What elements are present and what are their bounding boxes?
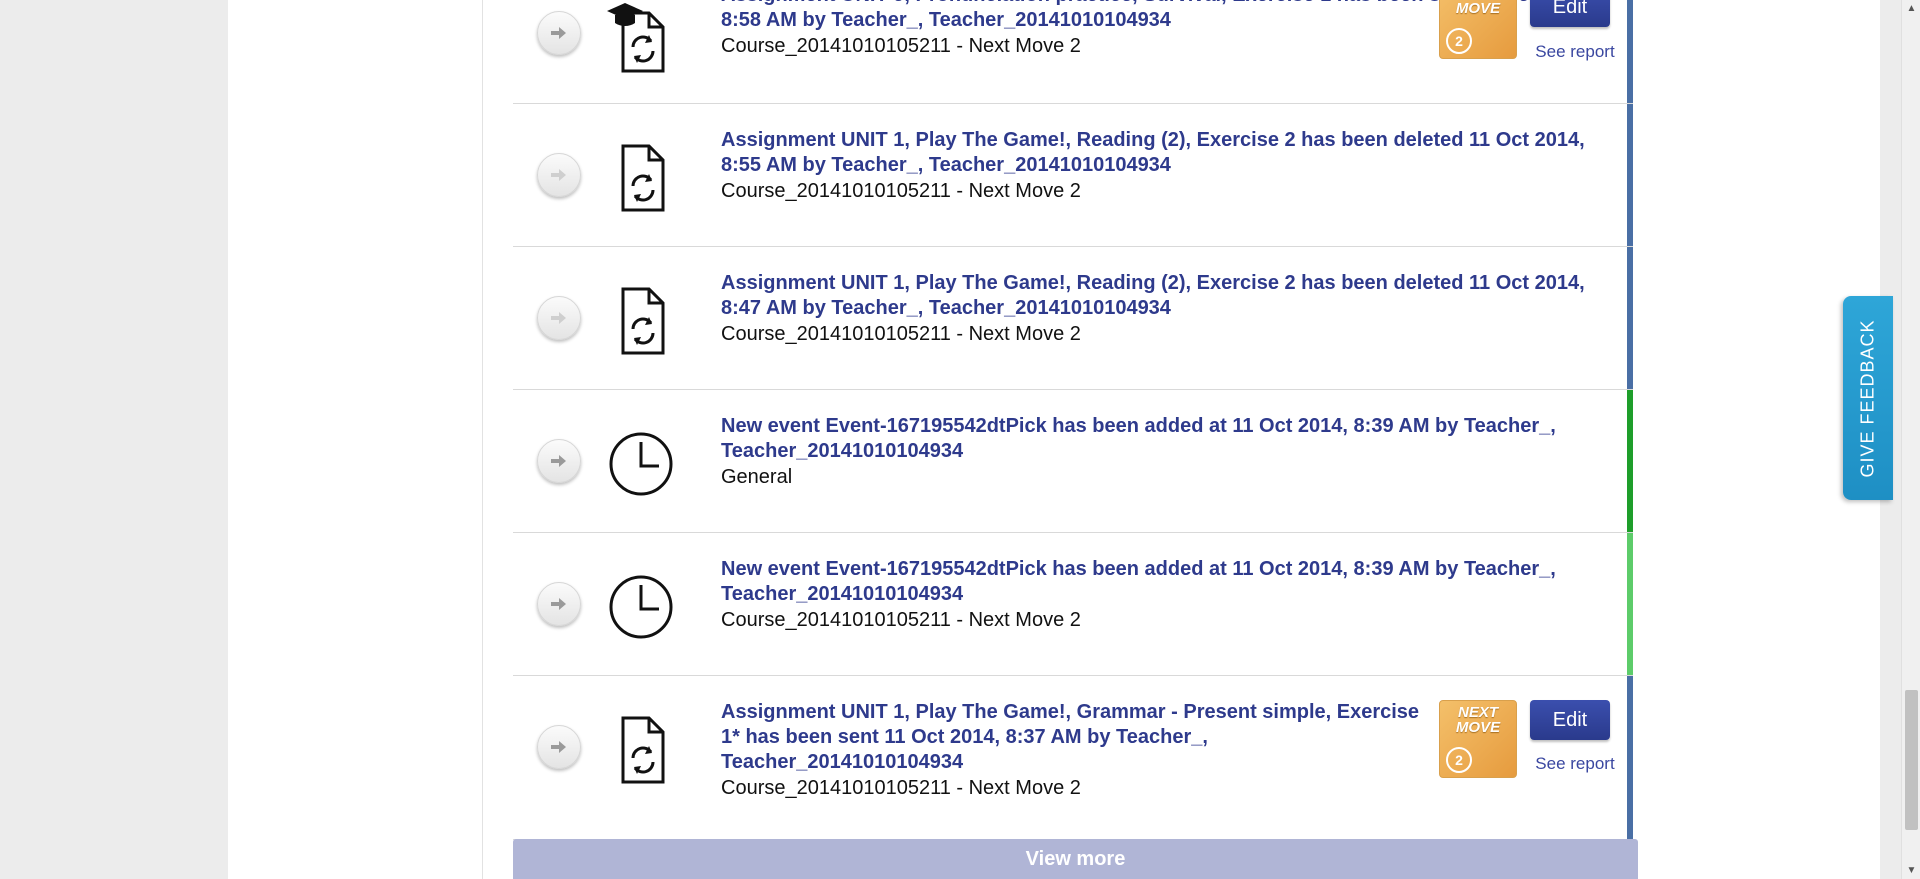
arrow-right-icon xyxy=(551,312,566,324)
feed-item-course: Course_20141010105211 - Next Move 2 xyxy=(721,180,1081,202)
feed-item: New event Event-167195542dtPick has been… xyxy=(513,533,1633,676)
status-bar xyxy=(1627,0,1633,103)
expand-arrow-button[interactable] xyxy=(537,153,581,197)
arrow-right-icon xyxy=(551,455,566,467)
expand-arrow-button[interactable] xyxy=(537,582,581,626)
edit-button[interactable]: Edit xyxy=(1530,0,1610,27)
feed-item-title[interactable]: New event Event-167195542dtPick has been… xyxy=(721,414,1611,464)
feed-item: Assignment UNIT 1, Play The Game!, Readi… xyxy=(513,247,1633,390)
activity-feed: Assignment UNIT 9, Pronunciation practic… xyxy=(513,0,1637,879)
arrow-right-icon xyxy=(551,598,566,610)
view-more-button[interactable]: View more xyxy=(513,839,1638,879)
vertical-scrollbar[interactable]: ▲ ▼ xyxy=(1901,0,1920,879)
feed-item: Assignment UNIT 9, Pronunciation practic… xyxy=(513,0,1633,104)
expand-arrow-button[interactable] xyxy=(537,11,581,55)
feed-item-title[interactable]: Assignment UNIT 1, Play The Game!, Readi… xyxy=(721,128,1611,178)
status-bar xyxy=(1627,247,1633,389)
course-thumbnail: NEXT MOVE 2 xyxy=(1439,0,1517,59)
arrow-right-icon xyxy=(551,169,566,181)
feed-item-title[interactable]: Assignment UNIT 1, Play The Game!, Gramm… xyxy=(721,700,1431,775)
status-bar xyxy=(1627,390,1633,532)
feed-item-title[interactable]: New event Event-167195542dtPick has been… xyxy=(721,557,1611,607)
file-sync-icon xyxy=(621,144,665,212)
file-sync-icon xyxy=(621,287,665,355)
scroll-down-icon[interactable]: ▼ xyxy=(1902,862,1920,879)
status-bar xyxy=(1627,676,1633,839)
feed-item-course: Course_20141010105211 - Next Move 2 xyxy=(721,777,1081,799)
file-sync-grad-cap-icon xyxy=(607,3,665,73)
see-report-link[interactable]: See report xyxy=(1530,42,1620,62)
page-background-left xyxy=(0,0,228,879)
feed-item-course: General xyxy=(721,466,793,488)
arrow-right-icon xyxy=(551,741,566,753)
feed-item-title[interactable]: Assignment UNIT 1, Play The Game!, Readi… xyxy=(721,271,1611,321)
status-bar xyxy=(1627,533,1633,675)
scroll-up-icon[interactable]: ▲ xyxy=(1902,0,1920,17)
left-panel xyxy=(228,0,483,879)
feed-item-course: Course_20141010105211 - Next Move 2 xyxy=(721,323,1081,345)
see-report-link[interactable]: See report xyxy=(1530,754,1620,774)
feed-item: Assignment UNIT 1, Play The Game!, Gramm… xyxy=(513,676,1633,840)
expand-arrow-button[interactable] xyxy=(537,439,581,483)
give-feedback-tab[interactable]: GIVE FEEDBACK xyxy=(1843,296,1893,500)
give-feedback-label: GIVE FEEDBACK xyxy=(1857,318,1878,478)
scroll-thumb[interactable] xyxy=(1905,690,1918,830)
feed-item: New event Event-167195542dtPick has been… xyxy=(513,390,1633,533)
edit-button[interactable]: Edit xyxy=(1530,700,1610,740)
status-bar xyxy=(1627,104,1633,246)
expand-arrow-button[interactable] xyxy=(537,296,581,340)
arrow-right-icon xyxy=(551,27,566,39)
expand-arrow-button[interactable] xyxy=(537,725,581,769)
feed-item-course: Course_20141010105211 - Next Move 2 xyxy=(721,609,1081,631)
feed-item: Assignment UNIT 1, Play The Game!, Readi… xyxy=(513,104,1633,247)
course-thumbnail: NEXT MOVE 2 xyxy=(1439,700,1517,778)
file-sync-icon xyxy=(621,716,665,784)
clock-icon xyxy=(609,575,673,639)
clock-icon xyxy=(609,432,673,496)
